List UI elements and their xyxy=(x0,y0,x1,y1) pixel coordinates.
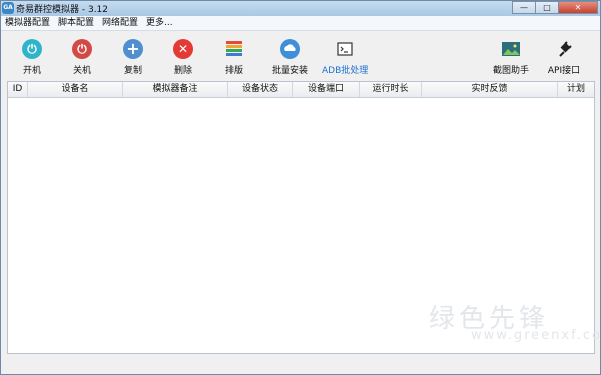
window-title: 奇易群控模拟器 - 3.12 xyxy=(16,5,109,15)
api-label: API接口 xyxy=(547,66,581,76)
window-controls: — □ ✕ xyxy=(512,1,598,14)
close-button[interactable]: ✕ xyxy=(558,1,598,14)
column-header-device-name[interactable]: 设备名 xyxy=(28,82,123,97)
arrange-button[interactable]: 排版 xyxy=(211,31,257,79)
cloud-install-icon xyxy=(280,39,300,59)
power-off-label: 关机 xyxy=(72,66,91,76)
adb-batch-label: ADB批处理 xyxy=(322,66,369,76)
menu-emulator-config[interactable]: 模拟器配置 xyxy=(1,16,54,30)
menu-script-config[interactable]: 脚本配置 xyxy=(54,16,98,30)
plus-icon: + xyxy=(123,39,143,59)
column-header-runtime[interactable]: 运行时长 xyxy=(360,82,422,97)
column-header-device-port[interactable]: 设备端口 xyxy=(293,82,360,97)
screenshot-helper-label: 截图助手 xyxy=(492,66,529,76)
adb-batch-button[interactable]: ADB批处理 xyxy=(322,31,368,79)
app-window: GA 奇易群控模拟器 - 3.12 — □ ✕ 模拟器配置 脚本配置 网络配置 … xyxy=(0,0,601,375)
plug-icon xyxy=(559,41,572,57)
terminal-icon xyxy=(337,42,353,56)
column-header-device-status[interactable]: 设备状态 xyxy=(228,82,293,97)
batch-install-button[interactable]: 批量安装 xyxy=(267,31,313,79)
screenshot-helper-button[interactable]: 截图助手 xyxy=(488,31,534,79)
title-bar: GA 奇易群控模拟器 - 3.12 — □ ✕ xyxy=(1,1,600,16)
toolbar: ⏻ 开机 ⏻ 关机 + 复制 ✕ 删除 排版 批量安装 ADB批处理 截图助手 … xyxy=(1,31,600,79)
api-button[interactable]: API接口 xyxy=(541,31,587,79)
table-header: ID 设备名 模拟器备注 设备状态 设备端口 运行时长 实时反馈 计划 xyxy=(8,82,594,98)
close-icon: ✕ xyxy=(173,39,193,59)
power-off-button[interactable]: ⏻ 关机 xyxy=(59,31,105,79)
delete-label: 删除 xyxy=(173,66,192,76)
power-on-button[interactable]: ⏻ 开机 xyxy=(9,31,55,79)
power-on-label: 开机 xyxy=(22,66,41,76)
delete-button[interactable]: ✕ 删除 xyxy=(160,31,206,79)
layout-icon xyxy=(226,41,242,56)
column-header-plan[interactable]: 计划 xyxy=(558,82,594,97)
app-logo-icon: GA xyxy=(2,2,14,14)
minimize-button[interactable]: — xyxy=(512,1,536,14)
copy-label: 复制 xyxy=(123,66,142,76)
watermark-url: www.greenxf.com xyxy=(471,328,601,343)
power-icon: ⏻ xyxy=(22,39,42,59)
arrange-label: 排版 xyxy=(224,66,243,76)
menu-more[interactable]: 更多... xyxy=(142,16,177,30)
copy-button[interactable]: + 复制 xyxy=(110,31,156,79)
maximize-button[interactable]: □ xyxy=(535,1,559,14)
power-off-icon: ⏻ xyxy=(72,39,92,59)
column-header-emulator-note[interactable]: 模拟器备注 xyxy=(123,82,228,97)
menu-bar: 模拟器配置 脚本配置 网络配置 更多... xyxy=(1,16,600,31)
menu-network-config[interactable]: 网络配置 xyxy=(98,16,142,30)
column-header-realtime-feedback[interactable]: 实时反馈 xyxy=(422,82,558,97)
image-icon xyxy=(502,42,520,56)
batch-install-label: 批量安装 xyxy=(271,66,308,76)
column-header-id[interactable]: ID xyxy=(8,82,28,97)
